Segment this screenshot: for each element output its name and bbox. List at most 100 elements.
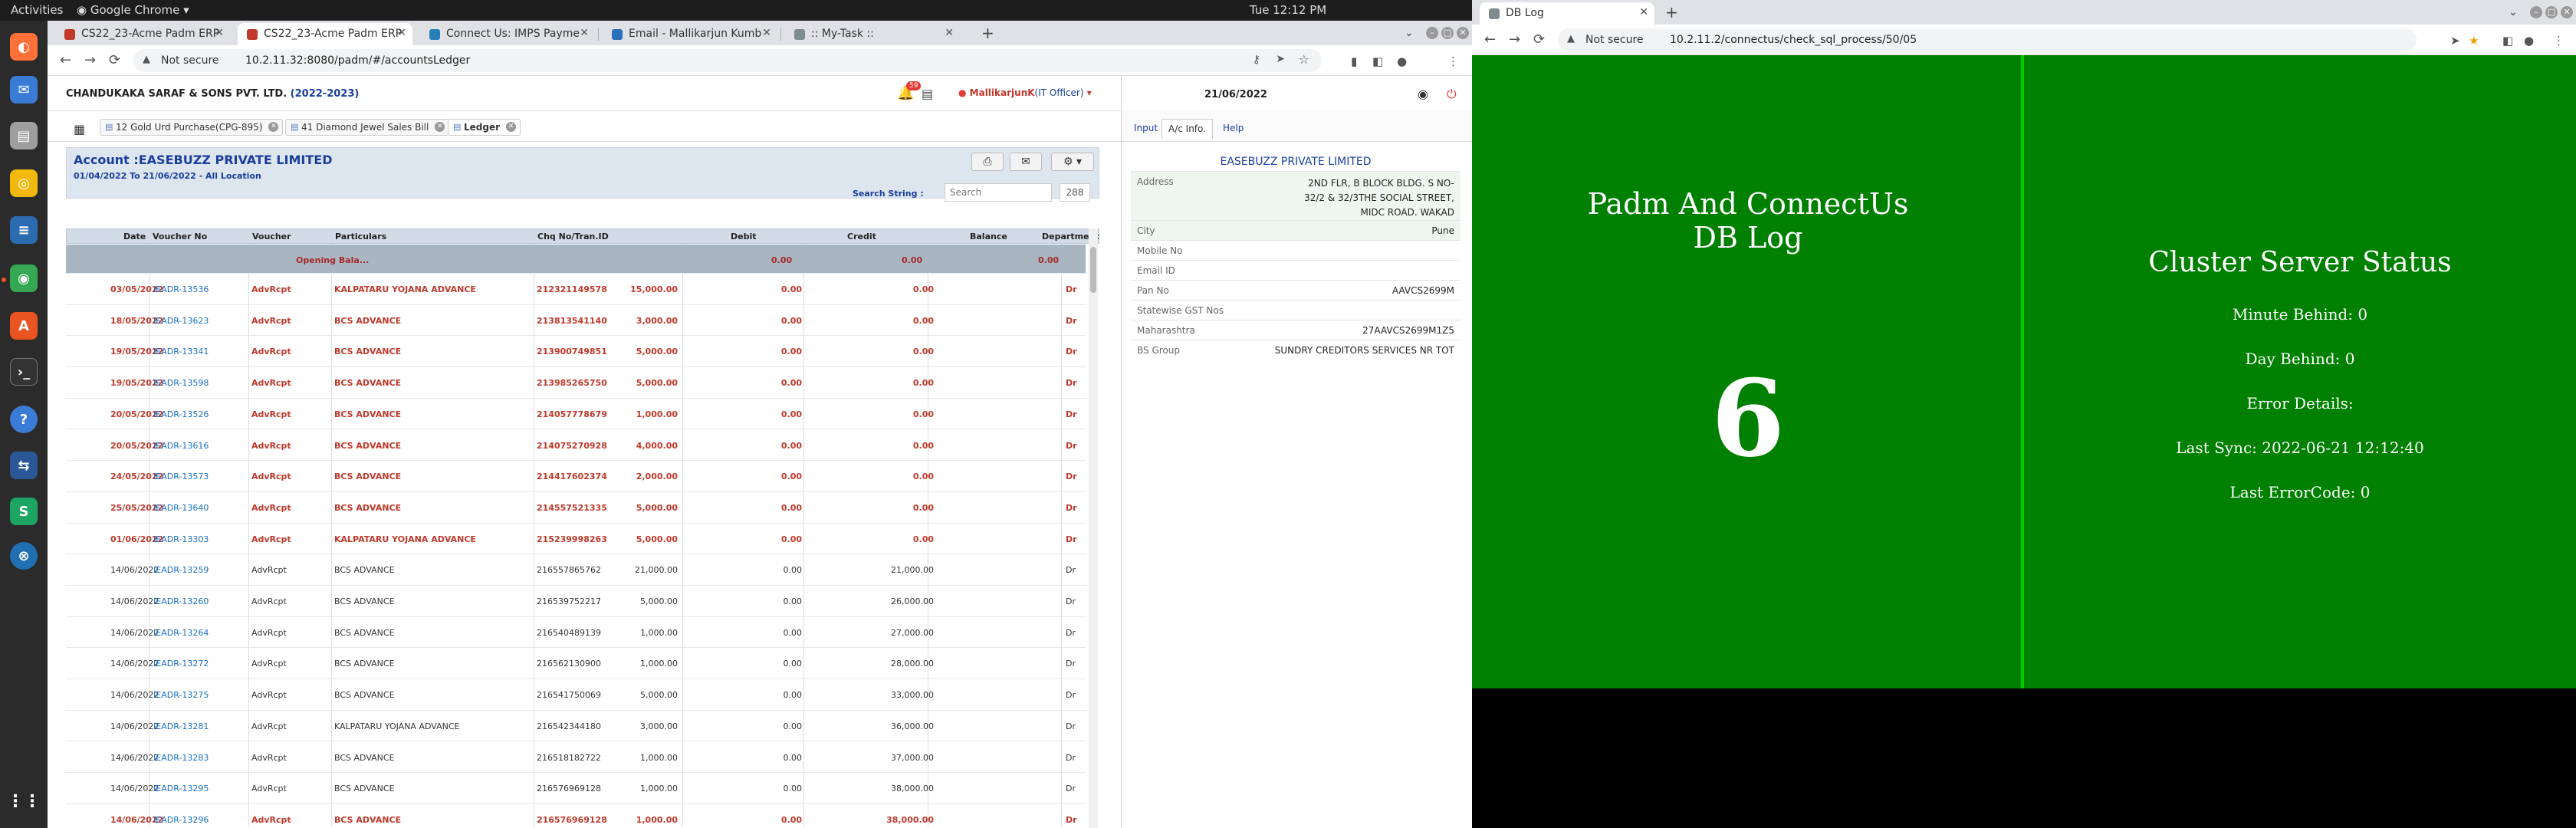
url-text[interactable]: 10.2.11.32:8080/padm/#/accountsLedger [245,54,470,67]
close-icon[interactable]: ✕ [215,27,224,39]
search-input[interactable] [945,183,1052,202]
reload-icon[interactable]: ⟳ [1533,31,1545,48]
cell-vno[interactable]: IEADR-13259 [153,565,209,575]
close-icon[interactable]: ✕ [580,27,589,39]
close-icon[interactable]: ✕ [762,27,771,39]
page-tab-gold-purchase[interactable]: ▤ 12 Gold Urd Purchase(CPG-895) ✕ [100,119,284,136]
activities-button[interactable]: Activities [11,3,63,17]
cell-vno[interactable]: IEADR-13272 [153,659,209,669]
table-row[interactable]: 14/06/2022 IEADR-13295 AdvRcpt BCS ADVANCE 2… [66,773,1086,804]
close-window-icon[interactable]: ✕ [1457,27,1469,39]
tab-input[interactable]: Input [1128,119,1164,139]
col-balance[interactable]: Balance [970,232,1007,242]
browser-tab-email[interactable]: Email - Mallikarjun Kumb ✕ [603,23,777,45]
opening-balance-row[interactable]: Opening Bala... 0.00 0.00 0.00 [66,245,1086,274]
thunderbird-icon[interactable]: ✉ [10,76,38,104]
app-menu[interactable]: ◉ Google Chrome ▾ [77,3,189,17]
maximize-icon[interactable]: □ [2545,6,2558,18]
table-row[interactable]: 14/06/2022 IEADR-13259 AdvRcpt BCS ADVANCE 2… [66,554,1086,586]
table-row[interactable]: 14/06/2022 IEADR-13272 AdvRcpt BCS ADVANCE 2… [66,648,1086,680]
profile-avatar-icon[interactable]: ● [1397,54,1407,68]
table-row[interactable]: 01/06/2022 IEADR-13303 AdvRcpt KALPATARU YO… [66,524,1086,555]
tab-search-icon[interactable]: ⌄ [1405,27,1414,39]
chrome-menu-icon[interactable]: ⋮ [1447,54,1459,68]
url-text[interactable]: 10.2.11.2/connectus/check_sql_process/50… [1670,34,1917,46]
settings-button[interactable]: ⚙ ▾ [1051,153,1094,171]
cell-vno[interactable]: IEADR-13536 [153,284,209,294]
table-row[interactable]: 03/05/2022 IEADR-13536 AdvRcpt KALPATARU YO… [66,274,1086,305]
chrome-icon[interactable]: ◉ [10,264,38,292]
apps-grid-icon[interactable]: ▦ [74,122,85,136]
forward-icon[interactable]: → [84,52,96,68]
cell-vno[interactable]: IEADR-13598 [153,378,209,388]
cell-vno[interactable]: IEADR-13640 [153,503,209,513]
col-debit[interactable]: Debit [731,232,757,242]
cell-vno[interactable]: IEADR-13283 [153,753,209,763]
key-icon[interactable]: ⚷ [1253,54,1260,66]
print-button[interactable]: ⎙ [971,153,1004,171]
cell-vno[interactable]: IEADR-13295 [153,784,209,794]
table-row[interactable]: 18/05/2022 IEADR-13623 AdvRcpt BCS ADVANCE 2… [66,305,1086,337]
table-row[interactable]: 19/05/2022 IEADR-13341 AdvRcpt BCS ADVANCE 2… [66,336,1086,368]
cell-vno[interactable]: IEADR-13526 [153,409,209,419]
help-icon[interactable]: ? [10,406,38,433]
cell-vno[interactable]: IEADR-13573 [153,472,209,481]
address-bar[interactable]: ▲ Not secure 10.2.11.32:8080/padm/#/acco… [133,49,1322,72]
table-row[interactable]: 14/06/2022 IEADR-13281 AdvRcpt KALPATARU YO… [66,711,1086,742]
cell-vno[interactable]: IEADR-13264 [153,628,209,638]
close-icon[interactable]: ✕ [397,27,406,39]
maximize-icon[interactable]: □ [1441,27,1454,39]
col-voucher-no[interactable]: Voucher No [153,232,207,242]
software-icon[interactable]: A [10,312,38,340]
remmina-icon[interactable]: ⇆ [10,452,38,479]
col-credit[interactable]: Credit [847,232,876,242]
table-row[interactable]: 19/05/2022 IEADR-13598 AdvRcpt BCS ADVANCE 2… [66,367,1086,399]
bookmark-star-icon[interactable]: ☆ [1299,52,1309,67]
table-row[interactable]: 20/05/2022 IEADR-13526 AdvRcpt BCS ADVANCE 2… [66,399,1086,430]
browser-tab-erp-2[interactable]: CS22_23-Acme Padm ERP ✕ [238,23,412,45]
col-particulars[interactable]: Particulars [335,232,386,242]
profile-avatar-icon[interactable]: ● [2524,34,2534,48]
back-icon[interactable]: ← [1484,31,1496,48]
col-date[interactable]: Date [123,232,146,242]
cell-vno[interactable]: IEADR-13260 [153,596,209,606]
cell-vno[interactable]: IEADR-13623 [153,316,209,326]
close-window-icon[interactable]: ✕ [2561,6,2573,18]
sidebar-icon[interactable]: ◧ [1372,54,1383,68]
table-row[interactable]: 25/05/2022 IEADR-13640 AdvRcpt BCS ADVANCE 2… [66,492,1086,524]
reload-icon[interactable]: ⟳ [109,52,120,68]
page-tab-diamond-sales[interactable]: ▤ 41 Diamond Jewel Sales Bill ✕ [285,119,450,136]
close-icon[interactable]: ✕ [506,122,517,132]
scroll-thumb[interactable] [1090,247,1096,293]
warning-icon[interactable]: ▲ [143,54,150,65]
clock[interactable]: Tue 12:12 PM [1219,3,1357,17]
table-row[interactable]: 14/06/2022 IEADR-13296 AdvRcpt BCS ADVANCE 2… [66,804,1086,826]
close-icon[interactable]: ✕ [435,122,445,132]
sidebar-icon[interactable]: ◧ [2502,34,2513,48]
cell-vno[interactable]: IEADR-13341 [153,347,209,356]
close-icon[interactable]: ✕ [945,27,954,39]
address-bar[interactable]: ▲ Not secure 10.2.11.2/connectus/check_s… [1558,28,2417,51]
minimize-icon[interactable]: – [2530,6,2542,18]
app-grid-icon[interactable]: ⋮⋮ [7,787,41,815]
network-app-icon[interactable]: ⊗ [10,542,38,570]
minimize-icon[interactable]: – [1426,27,1438,39]
tab-search-icon[interactable]: ⌄ [2509,6,2518,18]
files-icon[interactable]: ▤ [10,122,38,150]
cell-vno[interactable]: IEADR-13296 [153,815,209,825]
table-row[interactable]: 14/06/2022 IEADR-13264 AdvRcpt BCS ADVANCE 2… [66,617,1086,649]
browser-tab-connectus[interactable]: Connect Us: IMPS Payme ✕ [420,23,595,45]
not-secure-label[interactable]: Not secure [161,54,219,67]
warning-icon[interactable]: ▲ [1567,33,1575,44]
col-voucher[interactable]: Voucher [252,232,291,242]
tab-help[interactable]: Help [1217,119,1250,139]
logout-power-icon[interactable]: ⏻ [1447,87,1457,102]
close-icon[interactable]: ✕ [268,122,279,132]
cell-vno[interactable]: IEADR-13281 [153,721,209,731]
firefox-icon[interactable]: ◐ [10,33,38,61]
browser-tab-dblog[interactable]: DB Log ✕ [1480,2,1654,25]
table-scrollbar[interactable] [1089,228,1098,828]
cell-vno[interactable]: IEADR-13275 [153,690,209,700]
eye-icon[interactable]: ◉ [1418,87,1428,101]
table-row[interactable]: 14/06/2022 IEADR-13275 AdvRcpt BCS ADVANCE 2… [66,679,1086,711]
